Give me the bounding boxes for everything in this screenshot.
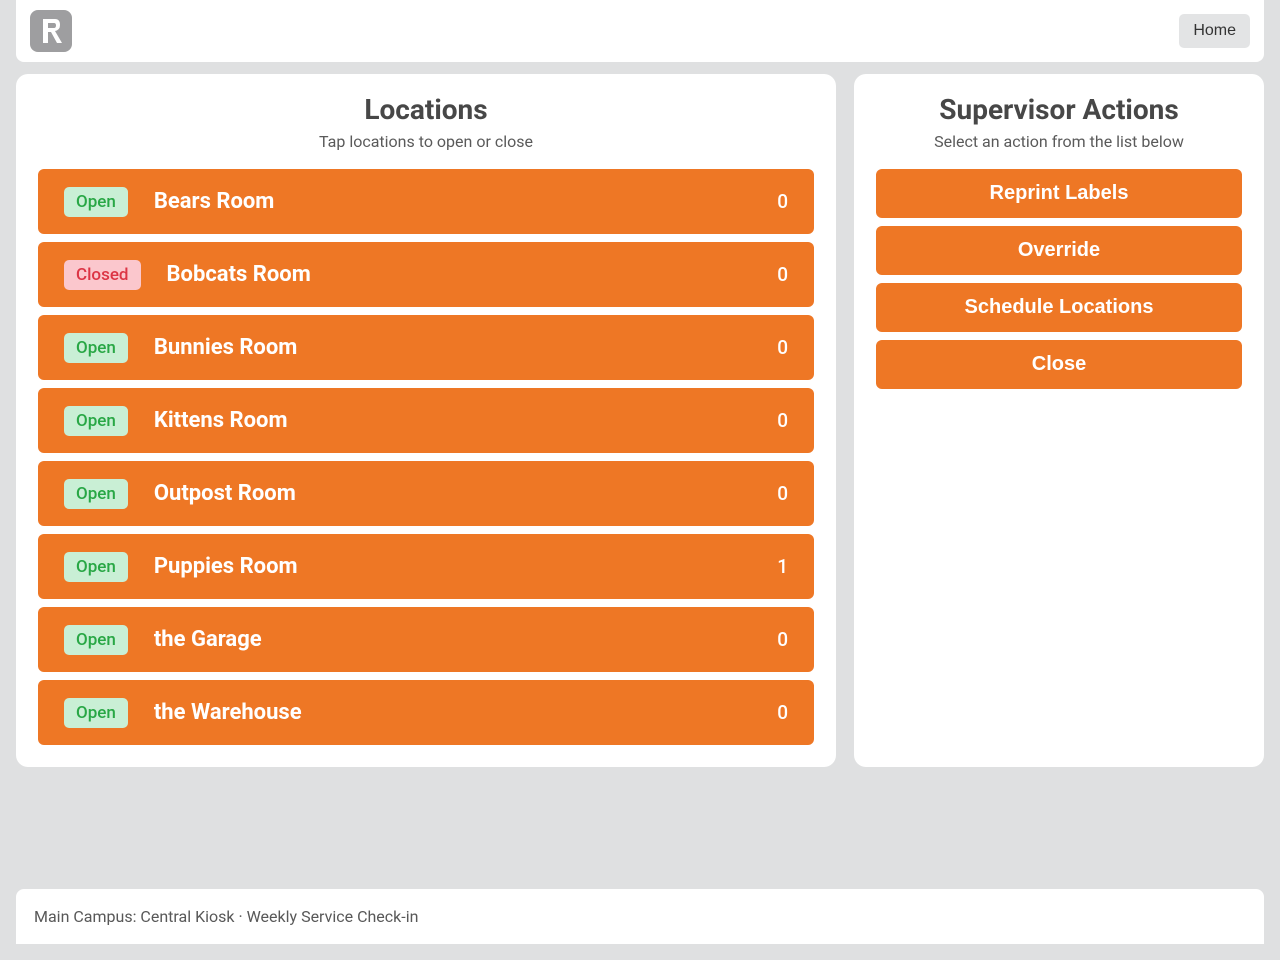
main-content: Locations Tap locations to open or close… [16, 74, 1264, 767]
location-count: 0 [777, 701, 788, 724]
status-badge: Open [64, 187, 128, 217]
footer: Main Campus: Central Kiosk · Weekly Serv… [16, 889, 1264, 944]
brand-logo[interactable] [30, 10, 72, 52]
actions-title: Supervisor Actions [876, 94, 1242, 126]
navbar: Home [16, 0, 1264, 62]
location-row[interactable]: Open Puppies Room1 [38, 534, 814, 599]
location-name: Outpost Room [154, 481, 777, 506]
supervisor-actions-panel: Supervisor Actions Select an action from… [854, 74, 1264, 767]
footer-text: Main Campus: Central Kiosk · Weekly Serv… [34, 907, 418, 926]
location-count: 0 [777, 628, 788, 651]
location-count: 0 [777, 263, 788, 286]
location-row[interactable]: Open Kittens Room0 [38, 388, 814, 453]
rock-logo-icon [35, 15, 67, 47]
location-count: 0 [777, 482, 788, 505]
location-count: 0 [777, 190, 788, 213]
status-badge: Open [64, 625, 128, 655]
locations-panel: Locations Tap locations to open or close… [16, 74, 836, 767]
action-button[interactable]: Schedule Locations [876, 283, 1242, 332]
location-row[interactable]: Closed Bobcats Room0 [38, 242, 814, 307]
action-button[interactable]: Reprint Labels [876, 169, 1242, 218]
location-row[interactable]: Open the Garage0 [38, 607, 814, 672]
action-button[interactable]: Close [876, 340, 1242, 389]
status-badge: Open [64, 406, 128, 436]
action-button[interactable]: Override [876, 226, 1242, 275]
status-badge: Closed [64, 260, 141, 290]
status-badge: Open [64, 698, 128, 728]
action-list: Reprint Labels Override Schedule Locations… [876, 169, 1242, 389]
location-name: Puppies Room [154, 554, 777, 579]
location-name: the Garage [154, 627, 777, 652]
location-name: Bunnies Room [154, 335, 777, 360]
location-count: 0 [777, 336, 788, 359]
location-name: the Warehouse [154, 700, 777, 725]
locations-title: Locations [38, 94, 814, 126]
location-row[interactable]: Open Outpost Room0 [38, 461, 814, 526]
status-badge: Open [64, 479, 128, 509]
location-name: Bobcats Room [167, 262, 778, 287]
location-row[interactable]: Open Bears Room0 [38, 169, 814, 234]
home-button[interactable]: Home [1179, 14, 1250, 48]
location-list: OpenBears Room0ClosedBobcats Room0OpenBu… [38, 169, 814, 745]
location-count: 0 [777, 409, 788, 432]
actions-subtitle: Select an action from the list below [876, 132, 1242, 151]
location-row[interactable]: Open the Warehouse0 [38, 680, 814, 745]
location-count: 1 [777, 555, 788, 578]
location-name: Bears Room [154, 189, 777, 214]
status-badge: Open [64, 333, 128, 363]
status-badge: Open [64, 552, 128, 582]
locations-subtitle: Tap locations to open or close [38, 132, 814, 151]
location-name: Kittens Room [154, 408, 777, 433]
location-row[interactable]: Open Bunnies Room0 [38, 315, 814, 380]
